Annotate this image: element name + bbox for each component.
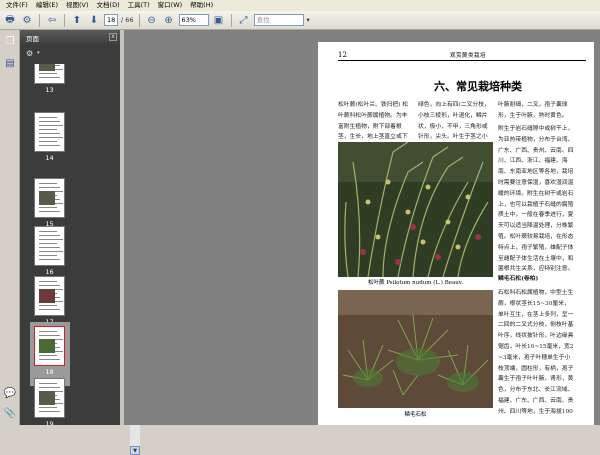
fit-page-icon[interactable]: ▣ (212, 13, 226, 27)
body-text-right-top: 叶腋耐细，二叉，孢子囊球形，生于叶腋，熟时黄色。 (498, 102, 568, 119)
attachments-tab-icon[interactable]: ▤ (3, 56, 17, 70)
page-number-input[interactable]: 18 (104, 14, 118, 26)
navigation-pane-tabs: ❐ ▤ 💬 📎 (0, 30, 20, 425)
page-thumbnail[interactable]: 18 (20, 322, 110, 386)
page-thumbnail[interactable]: 13 (20, 64, 110, 100)
menu-file[interactable]: 文件(F) (2, 0, 32, 11)
page-thumbnail[interactable]: 14 (20, 112, 110, 168)
lycopodium-photo (338, 290, 493, 408)
thumbnail-page-image (34, 64, 65, 84)
thumbnail-page-image (34, 326, 65, 366)
menu-help[interactable]: 帮助(H) (186, 0, 217, 11)
pages-panel-header: 页面 x (20, 30, 120, 46)
fit-width-icon[interactable]: ⤢ (237, 13, 251, 27)
body-text-right-2: 石松科石松属植物，中型土生蕨，根状茎长15~30厘米，单叶互生，在茎上多列，呈一… (498, 290, 574, 415)
pages-tab-icon[interactable]: ❐ (3, 34, 17, 48)
thumbnail-page-image (34, 276, 65, 316)
page-number: 12 (338, 51, 347, 59)
zoom-out-icon[interactable]: ⊖ (145, 13, 159, 27)
menu-tools[interactable]: 工具(T) (124, 0, 154, 11)
zoom-select[interactable]: 63% (178, 14, 209, 26)
pages-panel: 页面 x ⚙ ▾ 13141516171819 ▲ ▼ (20, 30, 140, 455)
toolbar-divider (230, 13, 232, 27)
page-thumbnail[interactable]: 16 (20, 226, 110, 282)
total-pages-label: / 66 (121, 16, 134, 24)
page-header: 12 观赏蕨类栽培 (338, 50, 586, 61)
paperclip-icon[interactable]: 📎 (3, 406, 17, 420)
body-text-right: 附生于岩石缝隙中或树干上，为亚热带植物，分布于台湾、广东、广西、贵州、云南、四川… (498, 126, 574, 273)
thumbnail-page-image (34, 378, 65, 418)
print-icon[interactable]: 🖶 (3, 13, 17, 27)
document-page: 12 观赏蕨类栽培 六、常见栽培种类 松叶蕨(松叶兰、铁扫把) 松叶蕨科松叶蕨属… (318, 42, 594, 425)
photo-caption-1: 松叶蕨 Psilotum nudum (L.) Beauv. (367, 280, 464, 286)
options-gear-icon[interactable]: ⚙ (26, 49, 33, 58)
panel-options: ⚙ ▾ (20, 46, 120, 60)
search-dropdown-icon[interactable]: ▾ (307, 14, 310, 26)
next-page-icon[interactable]: ⬇ (87, 13, 101, 27)
thumbnail-page-label: 14 (45, 154, 54, 162)
thumbnail-page-label: 19 (45, 420, 54, 425)
document-area: 12 观赏蕨类栽培 六、常见栽培种类 松叶蕨(松叶兰、铁扫把) 松叶蕨科松叶蕨属… (124, 30, 600, 425)
psilotum-photo (338, 142, 493, 277)
thumbnail-page-image (34, 112, 65, 152)
thumbnail-page-image (34, 226, 65, 266)
menu-document[interactable]: 文档(D) (93, 0, 124, 11)
menu-window[interactable]: 窗口(W) (154, 0, 187, 11)
zoom-in-icon[interactable]: ⊕ (162, 13, 176, 27)
scroll-down-icon[interactable]: ▼ (130, 446, 140, 455)
menu-view[interactable]: 视图(V) (62, 0, 93, 11)
back-icon[interactable]: ⇦ (45, 13, 59, 27)
toolbar-divider (64, 13, 65, 27)
thumbnail-list: 13141516171819 (20, 64, 110, 425)
search-input[interactable]: 查找 (253, 14, 304, 26)
section-title: 六、常见栽培种类 (434, 80, 522, 93)
chevron-down-icon[interactable]: ▾ (37, 50, 40, 56)
body-text-left: 松叶蕨(松叶兰、铁扫把) 松叶蕨科松叶蕨属植物。为丰富附生植物，附下部着根茎，生… (338, 102, 409, 141)
toolbar: 🖶 ⚙ ⇦ ⬆ ⬇ 18 / 66 ⊖ ⊕ 63% ▣ ⤢ 查找 ▾ (0, 11, 600, 30)
running-head: 观赏蕨类栽培 (450, 53, 487, 59)
settings-icon[interactable]: ⚙ (20, 13, 34, 27)
photo-caption-2: 鳞毛石松 (404, 412, 427, 418)
page-thumbnail[interactable]: 19 (20, 378, 110, 425)
thumbnail-page-label: 16 (45, 268, 54, 276)
close-panel-button[interactable]: x (109, 33, 117, 41)
thumbnail-page-label: 18 (45, 368, 54, 376)
menu-bar: 文件(F) 编辑(E) 视图(V) 文档(D) 工具(T) 窗口(W) 帮助(H… (0, 0, 600, 11)
body-text-middle: 绿色，向上有四(二叉分枝，小枝三棱形，叶退化，鳞片状，极小，不甲，三角形或针形，… (418, 102, 490, 141)
toolbar-divider (39, 13, 40, 27)
thumbnail-page-image (34, 178, 65, 218)
previous-page-icon[interactable]: ⬆ (70, 13, 84, 27)
pages-panel-title: 页面 (26, 35, 39, 43)
thumbnail-page-label: 13 (45, 86, 54, 94)
comments-icon[interactable]: 💬 (3, 386, 17, 400)
species-subheading: 鳞毛石松(卷柏) (498, 276, 539, 282)
menu-edit[interactable]: 编辑(E) (32, 0, 62, 11)
toolbar-divider (138, 13, 140, 27)
